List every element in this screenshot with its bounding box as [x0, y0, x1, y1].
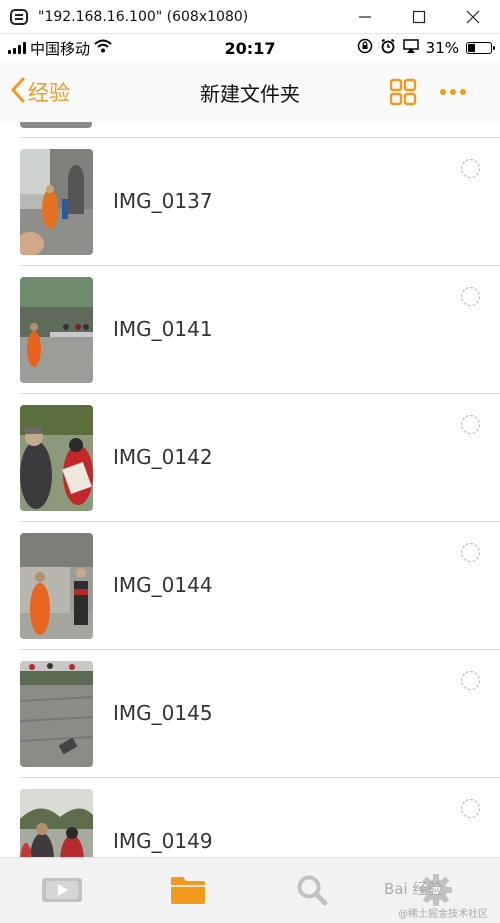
file-name: IMG_0149: [113, 829, 213, 853]
minimize-button[interactable]: [338, 0, 392, 34]
photo-thumbnail: [20, 277, 93, 383]
file-name: IMG_0141: [113, 317, 213, 341]
navigation-bar: 经验 新建文件夹: [0, 62, 500, 122]
search-icon: [295, 873, 329, 912]
back-button[interactable]: 经验: [10, 77, 70, 108]
photo-thumbnail: [20, 533, 93, 639]
file-list: IMG_0137 IMG_0141 IMG_0142 IMG_0144 IMG_…: [0, 122, 500, 857]
window-title: "192.168.16.100" (608x1080): [38, 8, 249, 25]
tab-search[interactable]: [292, 872, 332, 912]
folder-icon: [169, 874, 207, 911]
photo-thumbnail: [20, 405, 93, 511]
battery-icon: [466, 42, 495, 54]
photo-thumbnail: [20, 149, 93, 255]
tab-files[interactable]: [168, 872, 208, 912]
select-radio[interactable]: [461, 415, 480, 434]
chevron-left-icon: [10, 77, 26, 108]
tab-bar: [0, 857, 500, 923]
tab-settings[interactable]: [416, 872, 456, 912]
app-icon: [8, 6, 30, 28]
rotation-lock-icon: [357, 38, 373, 58]
photo-thumbnail: [20, 789, 93, 857]
alarm-icon: [380, 38, 396, 58]
window-titlebar: "192.168.16.100" (608x1080): [0, 0, 500, 34]
file-name: IMG_0144: [113, 573, 213, 597]
list-item[interactable]: IMG_0144: [0, 522, 500, 650]
grid-view-icon[interactable]: [389, 78, 417, 106]
list-item[interactable]: IMG_0137: [0, 138, 500, 266]
maximize-button[interactable]: [392, 0, 446, 34]
gear-icon: [419, 873, 453, 912]
close-button[interactable]: [446, 0, 500, 34]
select-radio[interactable]: [461, 159, 480, 178]
tab-video[interactable]: [42, 872, 82, 912]
photo-thumbnail: [20, 661, 93, 767]
partial-thumbnail: [20, 122, 92, 128]
list-item[interactable]: IMG_0142: [0, 394, 500, 522]
file-name: IMG_0142: [113, 445, 213, 469]
wifi-icon: [94, 39, 112, 57]
list-item[interactable]: IMG_0141: [0, 266, 500, 394]
list-item[interactable]: IMG_0145: [0, 650, 500, 778]
list-item[interactable]: IMG_0149: [0, 778, 500, 857]
file-name: IMG_0145: [113, 701, 213, 725]
select-radio[interactable]: [461, 287, 480, 306]
more-options-icon[interactable]: [440, 84, 472, 100]
page-title: 新建文件夹: [200, 81, 300, 106]
battery-level: [468, 44, 475, 52]
select-radio[interactable]: [461, 671, 480, 690]
select-radio[interactable]: [461, 799, 480, 818]
video-icon: [40, 875, 84, 910]
battery-percent: 31%: [425, 39, 459, 57]
signal-icon: [8, 42, 26, 54]
file-name: IMG_0137: [113, 189, 213, 213]
carrier-label: 中国移动: [30, 39, 91, 58]
airplay-icon: [402, 38, 419, 58]
back-label: 经验: [28, 81, 70, 105]
status-bar: 中国移动 20:17 31%: [0, 34, 500, 62]
select-radio[interactable]: [461, 543, 480, 562]
